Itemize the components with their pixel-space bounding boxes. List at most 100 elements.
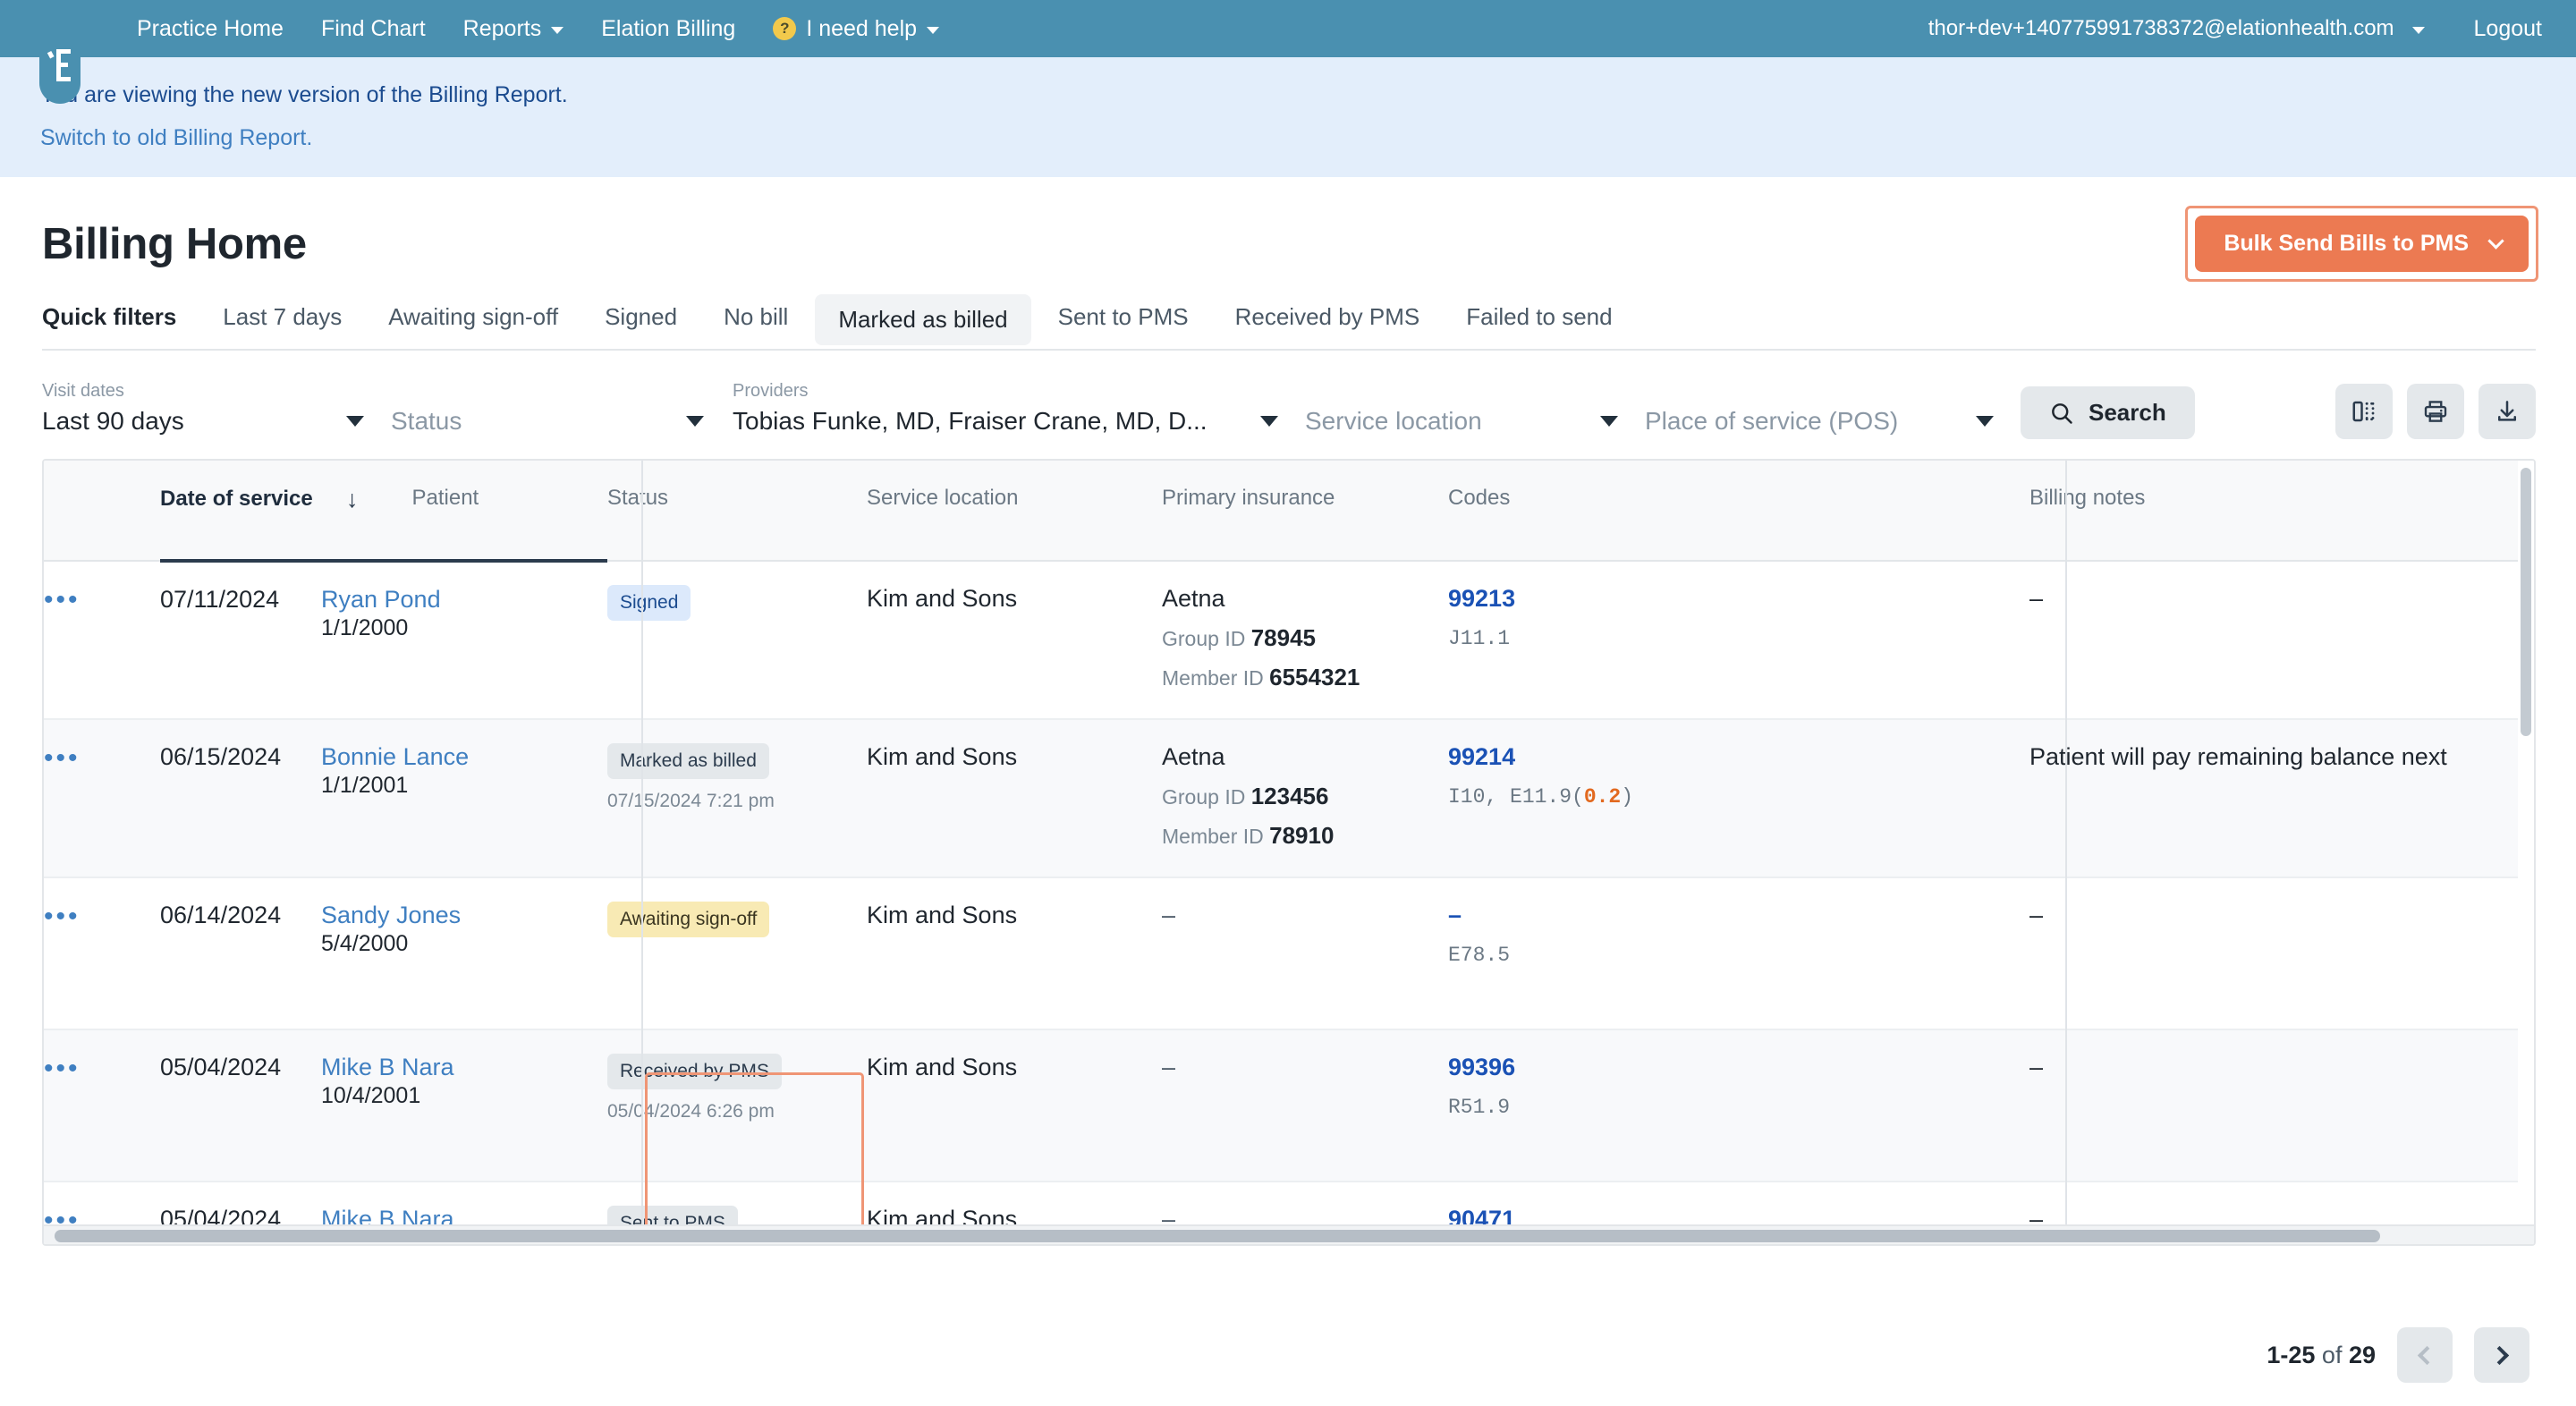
tab-last-7-days[interactable]: Last 7 days <box>199 291 365 349</box>
table-row[interactable]: ••• 06/15/2024 Bonnie Lance 1/1/2001 Mar… <box>44 719 2534 878</box>
th-billing-notes[interactable]: Billing notes <box>2029 461 2534 562</box>
elation-logo-icon[interactable] <box>39 27 80 104</box>
patient-dob: 1/1/2001 <box>321 773 409 798</box>
insurance-name: Aetna <box>1162 743 1225 770</box>
pagination-range: 1-25 <box>2267 1341 2316 1368</box>
nav-label: Practice Home <box>137 15 284 41</box>
cpt-code-link[interactable]: 99396 <box>1448 1054 1515 1080</box>
nav-item-i-need-help[interactable]: ? I need help <box>754 16 958 42</box>
tab-signed[interactable]: Signed <box>581 291 700 349</box>
th-date-of-service-label: Date of service <box>160 487 313 511</box>
nav-label: Find Chart <box>320 15 426 41</box>
visit-dates-label: Visit dates <box>42 381 124 401</box>
print-icon <box>2424 401 2447 422</box>
search-label: Search <box>2089 399 2166 426</box>
billing-note-text: – <box>2029 1054 2044 1080</box>
diagnosis-codes: E78.5 <box>1448 944 2029 967</box>
patient-link[interactable]: Sandy Jones <box>321 902 607 929</box>
row-actions-menu-icon[interactable]: ••• <box>44 585 80 614</box>
filter-visit-dates[interactable]: Visit dates Last 90 days <box>42 381 346 436</box>
table-row[interactable]: ••• 06/14/2024 Sandy Jones 5/4/2000 Awai… <box>44 877 2534 1030</box>
switch-to-old-report-link[interactable]: Switch to old Billing Report. <box>40 120 312 157</box>
next-page-button[interactable] <box>2474 1327 2529 1383</box>
table-action-icons <box>2335 384 2536 439</box>
cpt-code-link[interactable]: 99214 <box>1448 743 1515 770</box>
row-menu-cell: ••• <box>44 719 160 878</box>
cell-date-of-service: 06/15/2024 <box>160 719 321 878</box>
bulk-send-bills-to-pms-button[interactable]: Bulk Send Bills to PMS <box>2195 216 2529 272</box>
previous-page-button[interactable] <box>2397 1327 2453 1383</box>
patient-link[interactable]: Bonnie Lance <box>321 743 607 771</box>
member-id-label: Member ID <box>1162 825 1264 848</box>
service-location-dropdown-icon[interactable] <box>1600 416 1618 427</box>
nav-right-group: thor+dev+140775991738372@elationhealth.c… <box>1928 16 2542 42</box>
patient-link[interactable]: Mike B Nara <box>321 1054 607 1081</box>
vertical-scrollbar-thumb[interactable] <box>2521 468 2531 736</box>
insurance-name: – <box>1162 1054 1176 1080</box>
quick-filters-label: Quick filters <box>42 303 177 330</box>
cell-service-location: Kim and Sons <box>867 877 1162 1030</box>
search-button[interactable]: Search <box>2021 386 2195 439</box>
tab-awaiting-sign-off[interactable]: Awaiting sign-off <box>365 291 581 349</box>
print-icon-button[interactable] <box>2407 384 2464 439</box>
nav-item-elation-billing[interactable]: Elation Billing <box>582 16 754 42</box>
status-dropdown-icon[interactable] <box>686 416 704 427</box>
th-date-of-service[interactable]: Date of service ↓ Patient <box>160 461 607 563</box>
th-status[interactable]: Status <box>607 461 867 562</box>
chevron-down-icon <box>927 26 940 34</box>
row-actions-menu-icon[interactable]: ••• <box>44 743 80 773</box>
account-menu[interactable]: thor+dev+140775991738372@elationhealth.c… <box>1928 16 2425 41</box>
group-id-value: 123456 <box>1250 783 1329 809</box>
service-location-placeholder: Service location <box>1305 407 1482 435</box>
row-actions-menu-icon[interactable]: ••• <box>44 1054 80 1083</box>
top-navigation-bar: Practice Home Find Chart Reports Elation… <box>0 0 2576 104</box>
filter-status[interactable]: Status <box>391 407 686 436</box>
cell-billing-notes: Patient will pay remaining balance next <box>2029 719 2534 878</box>
page-title: Billing Home <box>42 219 307 268</box>
th-codes[interactable]: Codes <box>1448 461 2029 562</box>
tab-failed-to-send[interactable]: Failed to send <box>1443 291 1635 349</box>
visit-dates-dropdown-icon[interactable] <box>346 416 364 427</box>
nav-label: Elation Billing <box>601 15 736 41</box>
tab-sent-to-pms[interactable]: Sent to PMS <box>1035 291 1212 349</box>
table-row[interactable]: ••• 05/04/2024 Mike B Nara 10/4/2001 Rec… <box>44 1029 2534 1182</box>
nav-item-reports[interactable]: Reports <box>445 16 583 42</box>
chevron-left-icon <box>2417 1345 2437 1365</box>
cpt-code-link[interactable]: 99213 <box>1448 585 1515 612</box>
row-actions-menu-icon[interactable]: ••• <box>44 902 80 931</box>
cell-service-location: Kim and Sons <box>867 1029 1162 1182</box>
cell-primary-insurance: – <box>1162 877 1448 1030</box>
cell-codes: 99213 J11.1 <box>1448 561 2029 720</box>
tab-marked-as-billed[interactable]: Marked as billed <box>815 294 1031 345</box>
logout-link[interactable]: Logout <box>2474 16 2542 42</box>
filter-providers[interactable]: Providers Tobias Funke, MD, Fraiser Cran… <box>733 381 1260 436</box>
diagnosis-codes: R51.9 <box>1448 1096 2029 1119</box>
status-timestamp: 07/15/2024 7:21 pm <box>607 791 775 811</box>
cell-billing-notes: – <box>2029 877 2534 1030</box>
th-primary-insurance[interactable]: Primary insurance <box>1162 461 1448 562</box>
dx-code-text: I10, E11.9( <box>1448 785 1584 809</box>
table-row[interactable]: ••• 07/11/2024 Ryan Pond 1/1/2000 Signed… <box>44 561 2534 720</box>
pos-dropdown-icon[interactable] <box>1976 416 1994 427</box>
cell-status: Signed <box>607 561 867 720</box>
filter-service-location[interactable]: Service location <box>1305 407 1600 436</box>
nav-item-find-chart[interactable]: Find Chart <box>302 16 445 42</box>
download-icon-button[interactable] <box>2479 384 2536 439</box>
horizontal-scrollbar[interactable] <box>44 1224 2534 1244</box>
columns-pin-icon <box>2352 401 2375 422</box>
providers-label: Providers <box>733 381 809 401</box>
status-badge: Awaiting sign-off <box>607 902 770 937</box>
filter-place-of-service[interactable]: Place of service (POS) <box>1645 407 1976 436</box>
dx-code-text: J11.1 <box>1448 627 1511 650</box>
providers-dropdown-icon[interactable] <box>1260 416 1278 427</box>
nav-item-practice-home[interactable]: Practice Home <box>118 16 302 42</box>
group-id-row: Group ID 78945 <box>1162 624 1448 652</box>
columns-pin-icon-button[interactable] <box>2335 384 2393 439</box>
tab-no-bill[interactable]: No bill <box>700 291 811 349</box>
horizontal-scrollbar-thumb[interactable] <box>55 1230 2380 1242</box>
th-service-location[interactable]: Service location <box>867 461 1162 562</box>
tab-received-by-pms[interactable]: Received by PMS <box>1212 291 1444 349</box>
cpt-code-link[interactable]: – <box>1448 902 1462 928</box>
vertical-scrollbar[interactable] <box>2518 461 2534 1224</box>
patient-link[interactable]: Ryan Pond <box>321 586 607 614</box>
